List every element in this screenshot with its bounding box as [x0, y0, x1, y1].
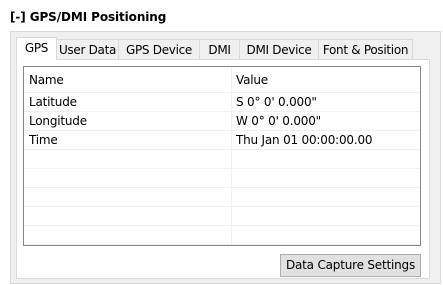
row-name: Longitude [29, 114, 87, 128]
data-capture-settings-button[interactable]: Data Capture Settings [280, 254, 421, 277]
grid-row-time[interactable]: Time Thu Jan 01 00:00:00.00 [24, 131, 420, 150]
row-name: Time [29, 133, 58, 147]
section-title[interactable]: [-] GPS/DMI Positioning [10, 10, 166, 24]
grid-row-latitude[interactable]: Latitude S 0° 0' 0.000" [24, 93, 420, 112]
grid-header-row: Name Value [24, 67, 420, 93]
property-grid[interactable]: Name Value Latitude S 0° 0' 0.000" Longi… [23, 66, 421, 246]
tab-strip: GPS User Data GPS Device DMI DMI Device … [16, 37, 413, 60]
tab-gps-device[interactable]: GPS Device [119, 39, 200, 60]
gps-dmi-positioning-panel: [-] GPS/DMI Positioning GPS User Data GP… [0, 0, 443, 285]
tab-font-position[interactable]: Font & Position [319, 39, 413, 60]
tab-dmi-device[interactable]: DMI Device [240, 39, 319, 60]
grid-row-empty[interactable] [24, 226, 420, 245]
grid-row-longitude[interactable]: Longitude W 0° 0' 0.000" [24, 112, 420, 131]
tab-dmi[interactable]: DMI [200, 39, 240, 60]
grid-row-empty[interactable] [24, 150, 420, 169]
grid-row-empty[interactable] [24, 169, 420, 188]
row-value: W 0° 0' 0.000" [236, 114, 321, 128]
column-header-name[interactable]: Name [29, 67, 64, 94]
grid-row-empty[interactable] [24, 207, 420, 226]
row-name: Latitude [29, 95, 77, 109]
column-header-value[interactable]: Value [236, 67, 268, 94]
row-value: Thu Jan 01 00:00:00.00 [236, 133, 373, 147]
grid-row-empty[interactable] [24, 188, 420, 207]
tab-user-data[interactable]: User Data [57, 39, 119, 60]
row-value: S 0° 0' 0.000" [236, 95, 317, 109]
tab-gps[interactable]: GPS [16, 37, 57, 60]
